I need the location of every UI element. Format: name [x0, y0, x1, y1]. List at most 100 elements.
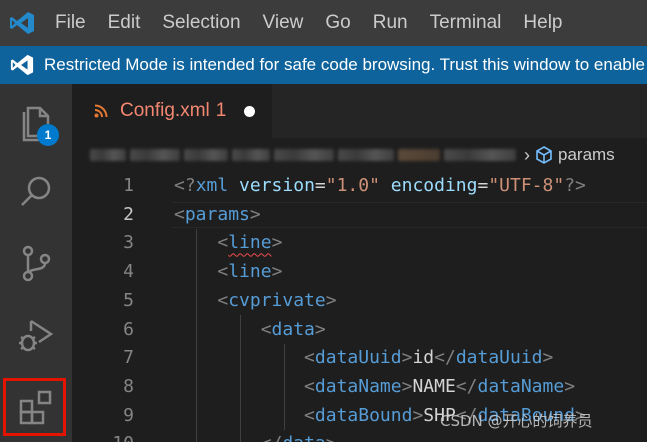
- code-token: >: [564, 375, 576, 397]
- code-token: id: [412, 347, 435, 369]
- vscode-logo-icon: [0, 0, 44, 46]
- code-token: xml: [195, 175, 229, 196]
- tab-config-xml[interactable]: Config.xml 1: [72, 84, 272, 138]
- code-token: <: [174, 203, 185, 225]
- tab-strip: Config.xml 1: [72, 84, 647, 138]
- breadcrumb-blurred-segment: [444, 149, 516, 161]
- source-control-icon[interactable]: [0, 228, 72, 298]
- code-token: =: [477, 175, 489, 196]
- code-line[interactable]: 4 <line>: [72, 258, 647, 287]
- code-token: NAME: [412, 375, 456, 397]
- code-token: >: [314, 318, 326, 340]
- code-line[interactable]: 5 <cvprivate>: [72, 287, 647, 316]
- menu-help[interactable]: Help: [512, 0, 573, 46]
- code-token: <: [217, 261, 229, 283]
- code-token: <: [304, 375, 315, 397]
- activity-bar: 1: [0, 84, 72, 442]
- code-token: dataUuid: [455, 347, 543, 369]
- code-line[interactable]: 1 <?xml version="1.0" encoding="UTF-8"?>: [72, 172, 647, 201]
- code-token: encoding: [390, 175, 478, 196]
- rss-icon: [94, 104, 108, 118]
- code-text: <dataUuid>id</dataUuid>: [174, 344, 553, 373]
- code-token: "1.0": [325, 175, 380, 196]
- code-text: <params>: [174, 201, 261, 230]
- code-text: <dataName>NAME</dataName>: [174, 373, 575, 402]
- menu-edit[interactable]: Edit: [97, 0, 152, 46]
- menu-file[interactable]: File: [44, 0, 97, 46]
- code-token: <: [217, 232, 229, 254]
- explorer-icon[interactable]: 1: [0, 87, 72, 157]
- code-token: <: [217, 289, 229, 311]
- code-line[interactable]: 6 <data>: [72, 316, 647, 345]
- restricted-mode-banner[interactable]: Restricted Mode is intended for safe cod…: [0, 46, 647, 84]
- menu-run[interactable]: Run: [362, 0, 419, 46]
- breadcrumb-blurred-segment: [130, 149, 180, 161]
- line-number: 6: [123, 318, 134, 340]
- menu-go[interactable]: Go: [314, 0, 361, 46]
- line-number: 9: [123, 404, 134, 426]
- code-token: version: [239, 175, 315, 196]
- unsaved-dot-icon[interactable]: [244, 105, 256, 117]
- menu-bar: File Edit Selection View Go Run Terminal Help: [0, 0, 647, 46]
- code-token: >: [271, 232, 283, 254]
- code-token: >: [249, 203, 261, 225]
- code-token: line: [228, 261, 272, 283]
- breadcrumb-blurred-segment: [338, 149, 394, 161]
- menu-selection[interactable]: Selection: [151, 0, 251, 46]
- code-token: dataName: [314, 375, 402, 397]
- code-line[interactable]: 7 <dataUuid>id</dataUuid>: [72, 344, 647, 373]
- line-number: 8: [123, 375, 134, 397]
- code-token: >: [325, 289, 337, 311]
- banner-text: Restricted Mode is intended for safe cod…: [44, 55, 647, 74]
- breadcrumb-params[interactable]: params: [558, 145, 615, 165]
- code-token: </: [434, 347, 456, 369]
- code-token: >: [401, 347, 413, 369]
- code-token: data: [271, 318, 315, 340]
- code-line[interactable]: 2 <params>: [72, 201, 647, 230]
- code-token: dataUuid: [314, 347, 402, 369]
- code-token: <: [304, 347, 315, 369]
- extensions-highlight: [3, 378, 66, 436]
- code-text: <line>: [174, 258, 282, 287]
- line-number: 3: [123, 232, 134, 254]
- breadcrumb-blurred-segment: [232, 149, 270, 161]
- menu-view[interactable]: View: [252, 0, 315, 46]
- code-token: >: [542, 347, 554, 369]
- search-icon[interactable]: [0, 157, 72, 227]
- code-token: </: [261, 433, 283, 442]
- code-line[interactable]: 3 <line>: [72, 229, 647, 258]
- run-debug-icon[interactable]: [0, 299, 72, 369]
- code-token: dataBound: [314, 404, 413, 426]
- line-number: 7: [123, 347, 134, 369]
- code-token: <: [260, 318, 272, 340]
- breadcrumb: › params: [72, 138, 647, 172]
- code-token: </: [455, 375, 478, 397]
- code-token: cvprivate: [228, 289, 326, 311]
- code-token: ?>: [564, 175, 586, 196]
- code-line[interactable]: 10 </data>: [72, 430, 647, 442]
- breadcrumb-blurred-segment: [274, 149, 334, 161]
- line-number: 10: [72, 430, 134, 442]
- line-number: 5: [123, 289, 134, 311]
- code-token: <?: [174, 175, 196, 196]
- code-token: line: [228, 232, 272, 254]
- menu-terminal[interactable]: Terminal: [419, 0, 513, 46]
- code-line[interactable]: 8 <dataName>NAME</dataName>: [72, 373, 647, 402]
- line-number: 2: [123, 203, 134, 225]
- breadcrumb-blurred-segment: [398, 149, 440, 161]
- code-token: params: [184, 203, 250, 225]
- shield-icon: [0, 46, 44, 84]
- code-token: >: [401, 375, 413, 397]
- code-text: <cvprivate>: [174, 287, 337, 316]
- chevron-right-icon: ›: [524, 144, 530, 165]
- code-token: =: [314, 175, 326, 196]
- code-editor[interactable]: 1 <?xml version="1.0" encoding="UTF-8"?> 2…: [72, 172, 647, 442]
